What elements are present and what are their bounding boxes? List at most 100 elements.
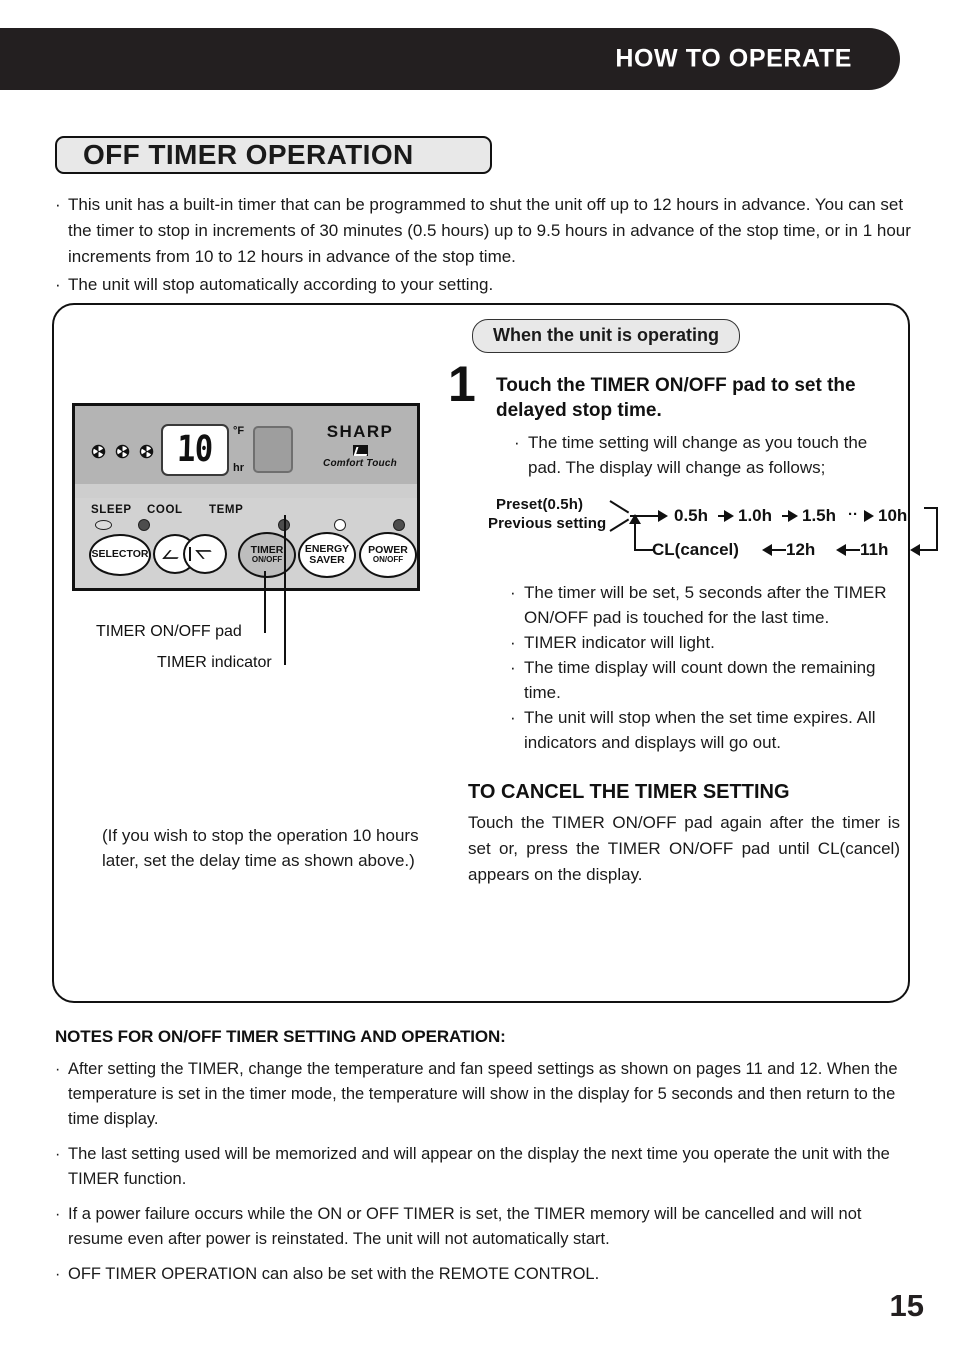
timer-pad-label-line2: ON/OFF	[251, 555, 283, 565]
lcd-unit-labels: °F hr	[233, 426, 253, 474]
leader-line-timer-pad	[264, 571, 266, 633]
indicator-label-row: SLEEP COOL TEMP	[91, 504, 269, 516]
flow-line-right-1	[718, 515, 726, 517]
bullet-marker-icon: ·	[55, 195, 61, 214]
panel-divider-strip	[75, 484, 417, 498]
timer-on-off-pad[interactable]: TIMER ON/OFF	[238, 532, 296, 578]
bullet-marker-icon: ·	[55, 1061, 61, 1078]
energy-saver-pad[interactable]: ENERGY SAVER	[298, 532, 356, 578]
section-title-plaque: OFF TIMER OPERATION	[55, 136, 492, 174]
intro-bullet-item: · The unit will stop automatically accor…	[55, 272, 915, 298]
notes-section: NOTES FOR ON/OFF TIMER SETTING AND OPERA…	[55, 1027, 917, 1287]
leader-line-timer-indicator	[284, 515, 286, 665]
flow-merge-stroke-upper	[609, 500, 630, 514]
step-heading: Touch the TIMER ON/OFF pad to set the de…	[496, 375, 856, 421]
page-header-title: HOW TO OPERATE	[615, 44, 852, 73]
bullet-marker-icon: ·	[55, 275, 61, 294]
selector-pad-label: SELECTOR	[91, 548, 149, 561]
instruction-panel-box: 10 °F hr SHARP Comfort Touch SLEEP COOL …	[52, 303, 938, 1003]
note-text: The last setting used will be memorized …	[68, 1145, 890, 1188]
flow-node-1-5h: 1.5h	[802, 506, 837, 525]
post-step-bullet-text: The unit will stop when the set time exp…	[524, 708, 876, 752]
intro-bullet-text: The unit will stop automatically accordi…	[68, 275, 494, 294]
callout-timer-pad: TIMER ON/OFF pad	[96, 623, 242, 640]
power-indicator-led	[393, 519, 405, 531]
power-pad-label-line2: ON/OFF	[372, 555, 404, 565]
callout-timer-indicator: TIMER indicator	[157, 654, 272, 671]
post-step-bullet-text: The time display will count down the rem…	[524, 658, 876, 702]
temp-divider-bar	[189, 547, 191, 561]
bullet-marker-icon: ·	[510, 633, 516, 652]
energy-saver-indicator-led	[334, 519, 346, 531]
note-item: · The last setting used will be memorize…	[55, 1142, 917, 1192]
paren-note-text: (If you wish to stop the operation 10 ho…	[102, 826, 419, 870]
flow-node-cl-cancel: CL(cancel)	[652, 540, 739, 559]
intro-bullet-text: This unit has a built-in timer that can …	[68, 195, 911, 266]
bullet-marker-icon: ·	[510, 658, 516, 677]
temp-pad[interactable]	[153, 534, 227, 574]
bullet-marker-icon: ·	[55, 1146, 61, 1163]
flow-node-0-5h: 0.5h	[674, 506, 709, 525]
flow-line-left-2	[772, 549, 786, 551]
flow-arrow-into-first	[658, 510, 668, 522]
lcd-unit-hour: hr	[233, 462, 244, 474]
post-step-bullet-item: · The time display will count down the r…	[510, 655, 904, 705]
lcd-display-value: 10	[176, 429, 214, 470]
checkmark-icon	[352, 445, 368, 456]
step-sub-bullets: · The time setting will change as you to…	[496, 430, 904, 480]
flow-ellipsis: ··	[848, 506, 858, 523]
flow-wrap-bottom	[920, 549, 938, 551]
note-item: · OFF TIMER OPERATION can also be set wi…	[55, 1262, 917, 1287]
panel-secondary-window	[253, 426, 293, 473]
flow-arrow-right-3	[864, 510, 874, 522]
lcd-display: 10	[161, 424, 229, 476]
control-panel-illustration-column: 10 °F hr SHARP Comfort Touch SLEEP COOL …	[72, 403, 452, 870]
page-number: 15	[889, 1288, 924, 1323]
flow-entry-label-preset: Preset(0.5h)	[496, 496, 584, 513]
lcd-unit-fahrenheit: °F	[233, 425, 245, 437]
bullet-marker-icon: ·	[510, 583, 516, 602]
brand-tagline-text: Comfort Touch	[323, 458, 397, 469]
step-sub-bullet-item: · The time setting will change as you to…	[514, 430, 904, 480]
note-text: After setting the TIMER, change the temp…	[68, 1060, 898, 1128]
fan-icon	[139, 444, 154, 459]
operating-state-pill: When the unit is operating	[472, 319, 740, 353]
note-item: · After setting the TIMER, change the te…	[55, 1057, 917, 1132]
note-text: OFF TIMER OPERATION can also be set with…	[68, 1265, 600, 1283]
post-step-bullet-text: The timer will be set, 5 seconds after t…	[524, 583, 887, 627]
fan-icon	[91, 444, 106, 459]
energy-saver-pad-label-line2: SAVER	[309, 554, 345, 566]
power-on-off-pad[interactable]: POWER ON/OFF	[359, 532, 417, 578]
flow-node-11h: 11h	[860, 540, 889, 559]
flow-line-left-1	[846, 549, 860, 551]
flow-return-bottom	[634, 549, 654, 551]
flow-arrow-left-2	[762, 544, 772, 556]
flow-arrow-left-0	[910, 544, 920, 556]
flow-node-10h: 10h	[878, 506, 908, 525]
flow-node-1-0h: 1.0h	[738, 506, 773, 525]
fan-icon	[115, 444, 130, 459]
post-step-bullet-text: TIMER indicator will light.	[524, 633, 715, 652]
flow-node-12h: 12h	[786, 540, 816, 559]
bullet-marker-icon: ·	[510, 708, 516, 727]
cancel-section-body: Touch the TIMER ON/OFF pad again after t…	[468, 813, 900, 884]
post-step-bullet-list: · The timer will be set, 5 seconds after…	[492, 580, 904, 755]
bullet-marker-icon: ·	[55, 1206, 61, 1223]
selector-pad[interactable]: SELECTOR	[89, 534, 151, 576]
label-cool: COOL	[147, 504, 183, 516]
sleep-indicator-led	[95, 520, 112, 530]
flow-arrow-left-1	[836, 544, 846, 556]
note-item: · If a power failure occurs while the ON…	[55, 1202, 917, 1252]
note-text: If a power failure occurs while the ON o…	[68, 1205, 862, 1248]
section-title-text: OFF TIMER OPERATION	[83, 139, 414, 170]
fan-speed-indicator-group	[91, 444, 154, 459]
intro-bullet-list: · This unit has a built-in timer that ca…	[55, 192, 915, 300]
label-sleep: SLEEP	[91, 504, 132, 516]
flow-line-right-2	[782, 515, 790, 517]
cancel-section-heading: TO CANCEL THE TIMER SETTING	[468, 781, 790, 803]
post-step-bullet-item: · TIMER indicator will light.	[510, 630, 904, 655]
brand-block: SHARP Comfort Touch	[307, 422, 413, 469]
control-panel-illustration: 10 °F hr SHARP Comfort Touch SLEEP COOL …	[72, 403, 420, 591]
timer-sequence-diagram: Preset(0.5h) Previous setting 0.5h 1.0h …	[488, 494, 938, 570]
flow-merge-stroke-lower	[609, 518, 630, 532]
